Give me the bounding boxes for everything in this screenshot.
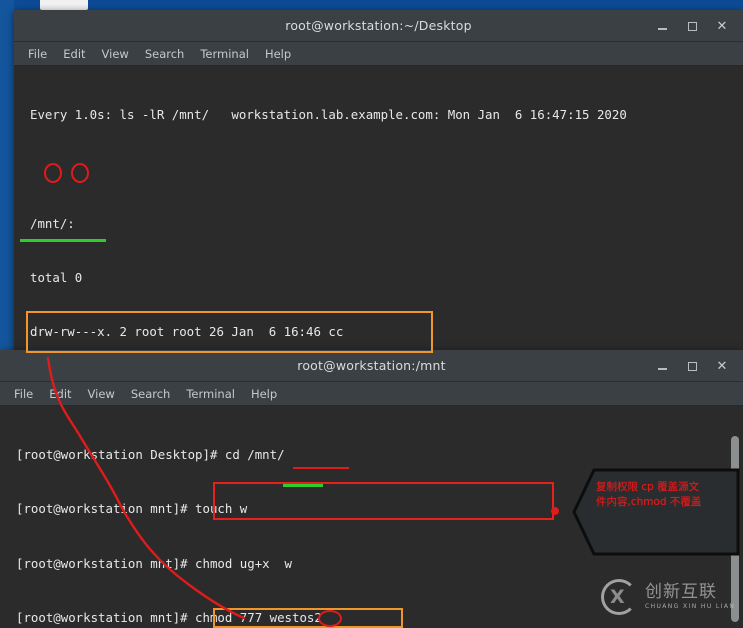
terminal-line: /mnt/:	[30, 215, 75, 231]
annotation-callout-text: 复制权限 cp 覆盖源文 件内容,chmod 不覆盖	[596, 481, 702, 508]
terminal-line: total 0	[30, 270, 83, 286]
menu-view[interactable]: View	[88, 387, 115, 401]
window2-menubar: File Edit View Search Terminal Help	[0, 382, 743, 406]
menu-help[interactable]: Help	[265, 47, 291, 61]
annotation-callout: 复制权限 cp 覆盖源文 件内容,chmod 不覆盖	[572, 464, 742, 560]
taskbar-tab[interactable]	[40, 0, 88, 10]
watermark-cn: 创新互联	[645, 582, 717, 602]
maximize-icon[interactable]	[677, 350, 707, 382]
window1-title: root@workstation:~/Desktop	[285, 18, 472, 33]
close-icon[interactable]: ✕	[707, 350, 737, 382]
minimize-icon[interactable]	[647, 10, 677, 42]
terminal-window-desktop[interactable]: root@workstation:~/Desktop ✕ File Edit V…	[14, 10, 743, 358]
menu-file[interactable]: File	[28, 47, 47, 61]
desktop-top-strip	[0, 0, 743, 10]
menu-help[interactable]: Help	[251, 387, 277, 401]
menu-edit[interactable]: Edit	[63, 47, 85, 61]
screen: root@workstation:~/Desktop ✕ File Edit V…	[0, 0, 743, 628]
menu-search[interactable]: Search	[145, 47, 185, 61]
menu-view[interactable]: View	[102, 47, 129, 61]
watermark: X 创新互联 CHUANG XIN HU LIAN	[599, 574, 737, 620]
terminal-line: [root@workstation Desktop]# cd /mnt/	[16, 447, 285, 463]
close-icon[interactable]: ✕	[707, 10, 737, 42]
window1-controls: ✕	[647, 10, 737, 42]
minimize-icon[interactable]	[647, 350, 677, 382]
menu-file[interactable]: File	[14, 387, 33, 401]
window1-terminal-output[interactable]: Every 1.0s: ls -lR /mnt/ workstation.lab…	[14, 66, 743, 358]
window1-titlebar[interactable]: root@workstation:~/Desktop ✕	[14, 10, 743, 42]
cx-logo-icon: X	[599, 577, 639, 617]
menu-edit[interactable]: Edit	[49, 387, 71, 401]
watermark-en: CHUANG XIN HU LIAN	[645, 603, 736, 610]
callout-shape-icon	[572, 468, 740, 556]
maximize-icon[interactable]	[677, 10, 707, 42]
window2-controls: ✕	[647, 350, 737, 382]
window1-menubar: File Edit View Search Terminal Help	[14, 42, 743, 66]
window2-titlebar[interactable]: root@workstation:/mnt ✕	[0, 350, 743, 382]
window2-title: root@workstation:/mnt	[297, 358, 446, 373]
menu-terminal[interactable]: Terminal	[186, 387, 235, 401]
terminal-line: drw-rw---x. 2 root root 26 Jan 6 16:46 c…	[30, 324, 344, 340]
menu-terminal[interactable]: Terminal	[200, 47, 249, 61]
menu-search[interactable]: Search	[131, 387, 171, 401]
terminal-line: Every 1.0s: ls -lR /mnt/ workstation.lab…	[30, 107, 627, 123]
